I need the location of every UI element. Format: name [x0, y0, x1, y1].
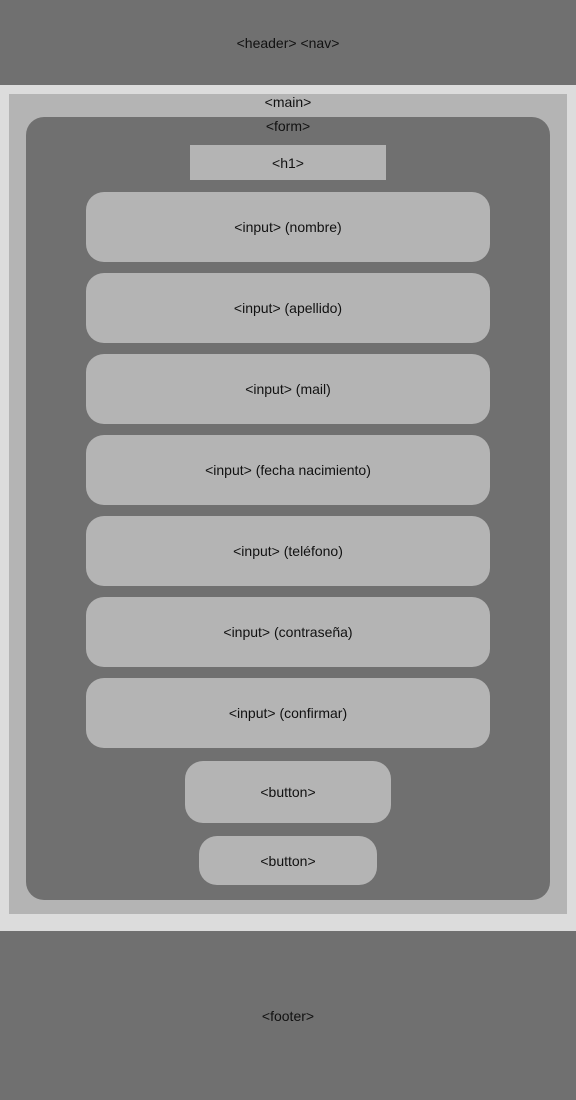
footer-label: <footer>	[261, 1007, 315, 1024]
input-label: <input> (mail)	[245, 381, 331, 397]
header-nav-block: <header> <nav>	[0, 0, 576, 85]
button-label: <button>	[260, 852, 316, 869]
input-label: <input> (apellido)	[233, 300, 343, 316]
footer-block: <footer>	[0, 931, 576, 1100]
main-label: <main>	[264, 94, 312, 110]
header-nav-label: <header> <nav>	[236, 34, 340, 51]
input-apellido-block: <input> (apellido)	[86, 273, 490, 343]
input-mail-block: <input> (mail)	[86, 354, 490, 424]
input-label: <input> (fecha nacimiento)	[205, 462, 371, 478]
input-label: <input> (teléfono)	[233, 543, 343, 559]
button-block-primary: <button>	[185, 761, 391, 823]
button-label: <button>	[260, 784, 316, 800]
input-telefono-block: <input> (teléfono)	[86, 516, 490, 586]
input-confirmar-block: <input> (confirmar)	[86, 678, 490, 748]
input-nombre-block: <input> (nombre)	[86, 192, 490, 262]
input-label: <input> (nombre)	[234, 219, 342, 235]
input-label: <input> (confirmar)	[228, 705, 348, 721]
input-contrasena-block: <input> (contraseña)	[86, 597, 490, 667]
input-label: <input> (contraseña)	[223, 624, 353, 640]
input-fecha-nacimiento-block: <input> (fecha nacimiento)	[86, 435, 490, 505]
h1-block: <h1>	[190, 145, 386, 180]
form-label: <form>	[265, 118, 311, 134]
button-block-secondary: <button>	[199, 836, 377, 885]
h1-label: <h1>	[272, 154, 304, 171]
